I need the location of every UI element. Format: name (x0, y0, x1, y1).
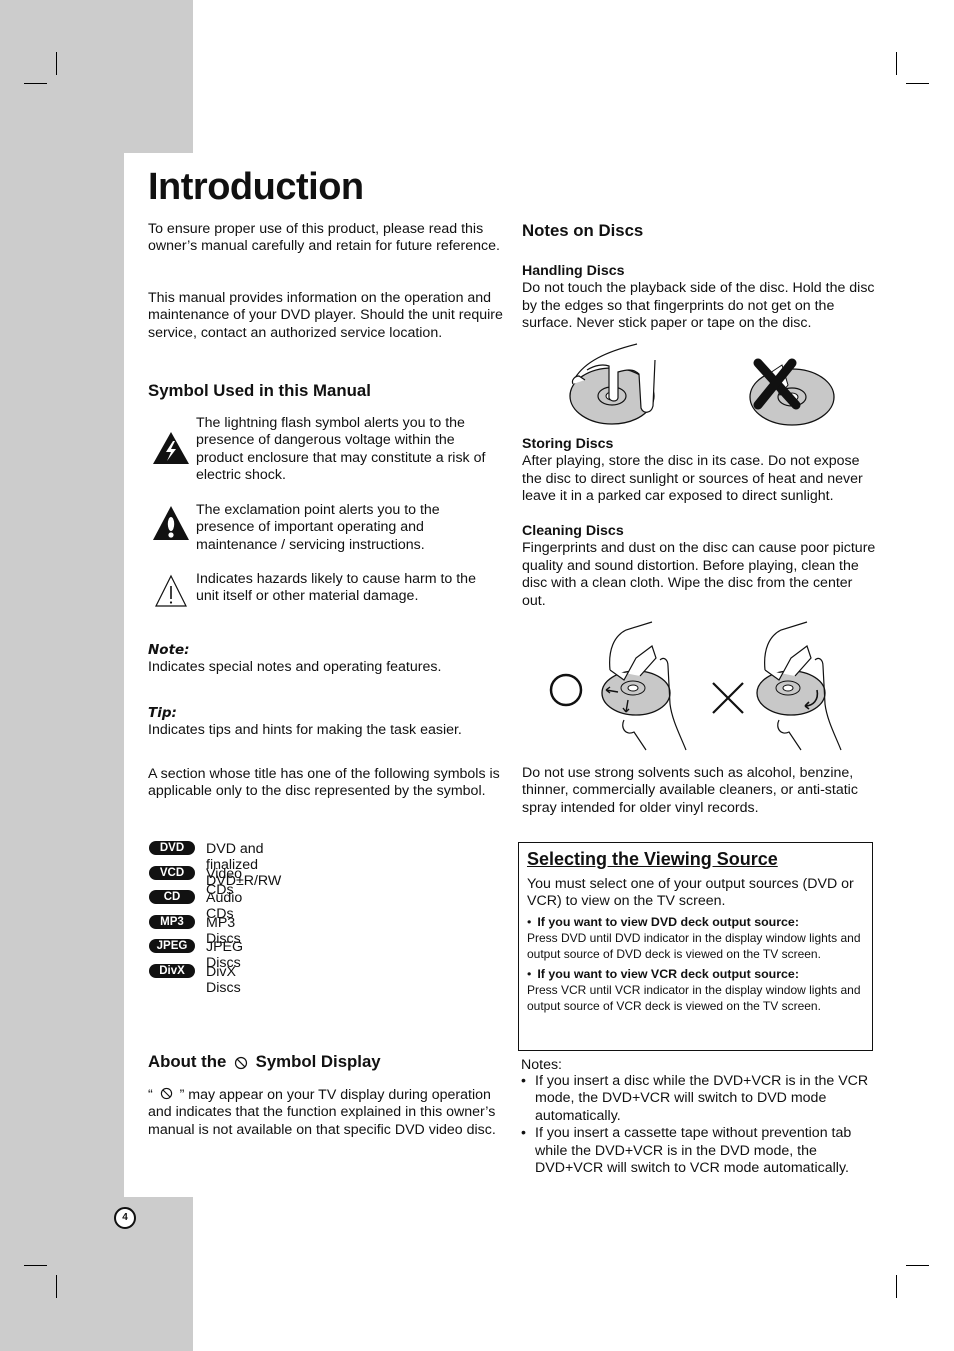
about-symbol-text: “ ” may appear on your TV display during… (148, 1087, 503, 1139)
bullet: • (527, 915, 532, 929)
bullet: • (521, 1073, 526, 1089)
notes-on-discs-heading: Notes on Discs (522, 221, 644, 240)
tip-text: Indicates tips and hints for making the … (148, 722, 462, 738)
quote-close: ” may appear on your TV display during (179, 1087, 428, 1103)
symbol-description: The lightning flash symbol alerts you to… (196, 415, 486, 484)
disc-badge-divx: DivX (149, 963, 195, 978)
crop-mark (896, 52, 897, 75)
handling-discs-section: Handling Discs Do not touch the playback… (522, 263, 882, 333)
viewing-source-intro: You must select one of your output sourc… (527, 876, 854, 909)
lightning-warning-icon (153, 432, 189, 464)
disc-badge-cd: CD (149, 890, 195, 904)
cleaning-discs-heading: Cleaning Discs (522, 523, 624, 539)
vcr-source-heading: • If you want to view VCR deck output sou… (527, 966, 864, 982)
cleaning-discs-section: Cleaning Discs Fingerprints and dust on … (522, 523, 877, 610)
intro-paragraph: This manual provides information on the … (148, 290, 503, 341)
bullet: • (527, 967, 532, 981)
symbol-description: The exclamation point alerts you to the … (196, 502, 440, 553)
cleaning-discs-text: Fingerprints and dust on the disc can ca… (522, 540, 876, 609)
note-text: Indicates special notes and operating fe… (148, 659, 442, 675)
symbol-description: Indicates hazards likely to cause harm t… (196, 571, 476, 605)
crop-mark (24, 1265, 47, 1266)
disc-cleaning-wrong-illustration (756, 621, 842, 751)
disc-hold-correct-illustration (569, 343, 656, 425)
margin-band-bottom (0, 1197, 193, 1351)
wrong-cross-icon (712, 682, 744, 714)
prohibited-icon (160, 1087, 172, 1100)
disc-label: DivX Discs (206, 963, 241, 996)
storing-discs-text: After playing, store the disc in its cas… (522, 453, 863, 505)
crop-mark (24, 83, 47, 84)
dvd-source-text: Press DVD until DVD indicator in the dis… (527, 931, 861, 961)
disc-hold-wrong-illustration (749, 358, 835, 426)
dvd-source-heading-text: If you want to view DVD deck output sour… (537, 915, 799, 929)
symbols-heading: Symbol Used in this Manual (148, 381, 371, 400)
viewing-source-heading: Selecting the Viewing Source (527, 849, 778, 869)
prohibited-icon (234, 1056, 248, 1069)
note-item-text: If you insert a disc while the DVD+VCR i… (535, 1073, 869, 1124)
note-item: • If you insert a disc while the DVD+VCR… (521, 1073, 876, 1125)
caution-outline-icon (155, 574, 187, 607)
disc-badge-vcd: VCD (149, 865, 195, 880)
handling-discs-heading: Handling Discs (522, 263, 625, 279)
handling-discs-text: Do not touch the playback side of the di… (522, 280, 875, 332)
crop-mark (56, 1275, 57, 1298)
page-number: 4 (114, 1207, 136, 1229)
storing-discs-section: Storing Discs After playing, store the d… (522, 436, 882, 506)
section-symbols-text: A section whose title has one of the fol… (148, 766, 500, 800)
storing-discs-heading: Storing Discs (522, 436, 614, 452)
note-item: • If you insert a cassette tape without … (521, 1125, 876, 1177)
crop-mark (896, 1275, 897, 1298)
exclamation-warning-icon (153, 506, 189, 540)
note-label: Note: (148, 642, 190, 658)
disc-badge-mp3: MP3 (149, 914, 195, 929)
about-heading-post: Symbol Display (255, 1052, 381, 1071)
vcr-source-heading-text: If you want to view VCR deck output sour… (537, 967, 799, 981)
disc-badge-dvd: DVD (149, 841, 195, 855)
margin-band-top (0, 0, 193, 153)
disc-badge-jpeg: JPEG (149, 939, 195, 953)
notes-label: Notes: (521, 1057, 563, 1073)
notes-list: • If you insert a disc while the DVD+VCR… (521, 1073, 876, 1177)
note-item-text: If you insert a cassette tape without pr… (535, 1125, 852, 1177)
tip-label: Tip: (148, 705, 177, 721)
crop-mark (906, 83, 929, 84)
crop-mark (906, 1265, 929, 1266)
solvents-warning-text: Do not use strong solvents such as alcoh… (522, 765, 858, 816)
disc-cleaning-correct-illustration (601, 621, 687, 751)
crop-mark (56, 52, 57, 75)
intro-paragraph: To ensure proper use of this product, pl… (148, 221, 500, 255)
correct-circle-icon (549, 673, 583, 707)
viewing-source-box: Selecting the Viewing Source You must se… (518, 842, 873, 1051)
about-heading-pre: About the (148, 1052, 227, 1071)
about-symbol-heading: About the Symbol Display (148, 1052, 381, 1072)
page-title: Introduction (148, 166, 364, 208)
dvd-source-heading: • If you want to view DVD deck output sou… (527, 914, 864, 930)
quote-open: “ (148, 1087, 153, 1103)
vcr-source-text: Press VCR until VCR indicator in the dis… (527, 983, 861, 1013)
margin-band-left (0, 153, 124, 1198)
bullet: • (521, 1125, 526, 1142)
